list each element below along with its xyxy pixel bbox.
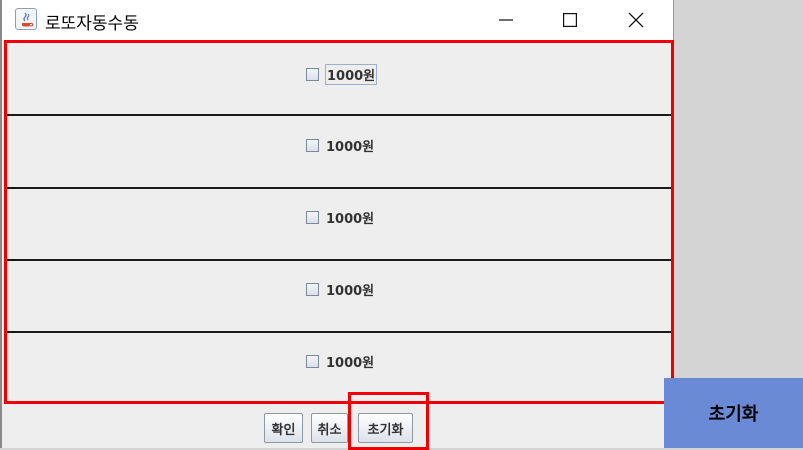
row-option[interactable]: 1000원 (306, 208, 375, 227)
row-option[interactable]: 1000원 (306, 136, 375, 155)
lotto-row: 1000원 (7, 116, 671, 189)
row-price-label[interactable]: 1000원 (325, 280, 375, 299)
row-option[interactable]: 1000원 (306, 64, 378, 85)
row-option[interactable]: 1000원 (306, 352, 375, 371)
row-checkbox[interactable] (306, 211, 319, 224)
button-bar: 확인 취소 초기화 (2, 404, 673, 448)
row-option[interactable]: 1000원 (306, 280, 375, 299)
maximize-button[interactable] (538, 0, 602, 40)
row-checkbox[interactable] (306, 139, 319, 152)
close-button[interactable] (604, 0, 668, 40)
close-icon (628, 12, 644, 28)
minimize-icon (499, 19, 513, 21)
confirm-button[interactable]: 확인 (264, 413, 303, 443)
row-checkbox[interactable] (306, 283, 319, 296)
row-checkbox[interactable] (306, 355, 319, 368)
reset-button[interactable]: 초기화 (358, 413, 413, 443)
lotto-row: 1000원 (7, 43, 671, 116)
lotto-row: 1000원 (7, 333, 671, 401)
window-title: 로또자동수동 (45, 14, 139, 34)
app-window: 로또자동수동 1000원 1000원 1000원 1000원 1000원 확인 … (2, 0, 674, 448)
row-price-label[interactable]: 1000원 (325, 352, 375, 371)
row-price-label[interactable]: 1000원 (325, 208, 375, 227)
title-bar: 로또자동수동 (2, 0, 673, 40)
annotation-label: 초기화 (664, 378, 803, 448)
maximize-icon (563, 13, 577, 27)
lotto-row: 1000원 (7, 261, 671, 333)
java-app-icon (15, 8, 37, 30)
row-price-label[interactable]: 1000원 (325, 64, 378, 85)
minimize-button[interactable] (474, 0, 538, 40)
row-checkbox[interactable] (306, 68, 319, 81)
cancel-button[interactable]: 취소 (311, 413, 348, 443)
row-price-label[interactable]: 1000원 (325, 136, 375, 155)
lotto-row: 1000원 (7, 189, 671, 261)
lotto-rows-panel: 1000원 1000원 1000원 1000원 1000원 (4, 40, 674, 404)
